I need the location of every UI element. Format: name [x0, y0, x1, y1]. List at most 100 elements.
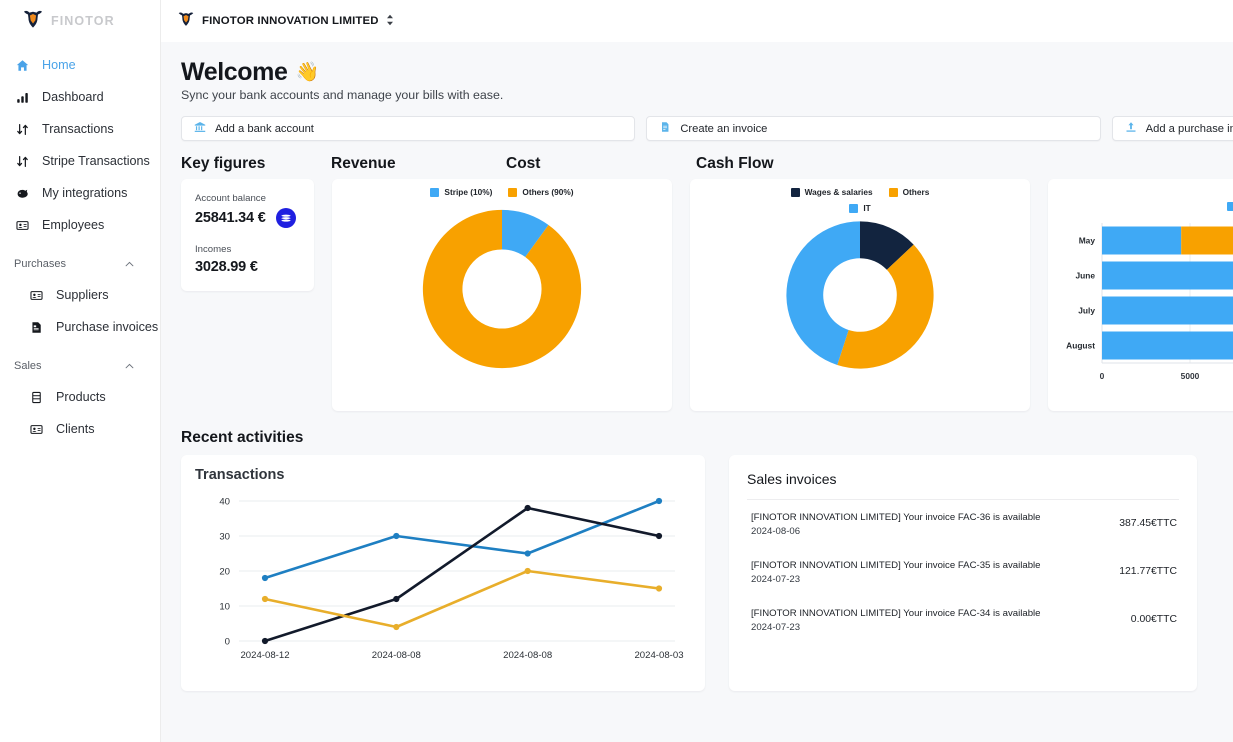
legend-item[interactable]: IT [849, 203, 871, 213]
list-item[interactable]: [FINOTOR INNOVATION LIMITED] Your invoic… [747, 500, 1179, 548]
legend-item[interactable]: Wages & salaries [790, 187, 873, 197]
document-icon [28, 321, 44, 334]
invoice-date: 2024-07-23 [751, 573, 801, 585]
page-subtitle: Sync your bank accounts and manage your … [181, 88, 504, 102]
add-purchase-invoice-button[interactable]: Add a purchase invoice [1111, 116, 1233, 141]
cash-flow-card: Revenue Cost Benefits 050001000015000200… [1048, 179, 1233, 411]
quick-actions: Add a bank account Create an invoice Add… [181, 116, 1233, 141]
invoice-info: [FINOTOR INNOVATION LIMITED] Your invoic… [751, 607, 1041, 633]
revenue-donut [332, 203, 672, 375]
topbar: FINOTOR INNOVATION LIMITED [161, 0, 1233, 42]
sales-invoices-title: Sales invoices [747, 471, 837, 487]
list-item[interactable]: [FINOTOR INNOVATION LIMITED] Your invoic… [747, 596, 1179, 644]
account-balance-label: Account balance [195, 193, 266, 204]
sidebar-item-stripe-transactions[interactable]: Stripe Transactions [0, 145, 160, 177]
brand[interactable]: FINOTOR [0, 0, 160, 42]
cost-donut [690, 215, 1030, 375]
section-title-recent-activities: Recent activities [181, 429, 304, 446]
incomes-label: Incomes [195, 244, 232, 255]
transactions-card: Transactions 0 10 20 30 40 2024-08-12 2024-08-… [181, 455, 705, 691]
sidebar-nav: Home Dashboard Transactions Stripe Trans… [0, 42, 160, 445]
piggy-bank-icon [14, 187, 30, 200]
sidebar-item-label: Products [56, 390, 106, 404]
svg-text:30: 30 [219, 531, 230, 542]
legend-label: Stripe (10%) [444, 187, 493, 197]
brand-name: FINOTOR [51, 14, 115, 28]
chevron-updown-icon [386, 14, 394, 29]
svg-text:June: June [1075, 271, 1095, 281]
sidebar-group-purchases[interactable]: Purchases [0, 249, 160, 279]
sidebar-item-clients[interactable]: Clients [14, 413, 160, 445]
sidebar-item-products[interactable]: Products [14, 381, 160, 413]
cost-legend-row1: Wages & salaries Others [690, 187, 1030, 197]
sidebar-group-sales[interactable]: Sales [0, 351, 160, 381]
section-title-cost: Cost [506, 155, 541, 172]
welcome-row: Welcome 👋 [181, 58, 1233, 87]
cash-flow-legend: Revenue Cost Benefits [1060, 201, 1233, 211]
section-title-key-figures: Key figures [181, 155, 266, 172]
id-card-icon [28, 289, 44, 302]
sidebar-item-dashboard[interactable]: Dashboard [0, 81, 160, 113]
incomes-row: 3028.99 € [195, 259, 300, 275]
home-icon [14, 59, 30, 72]
incomes-block: Incomes 3028.99 € [195, 244, 300, 275]
sidebar-item-my-integrations[interactable]: My integrations [0, 177, 160, 209]
create-invoice-button[interactable]: Create an invoice [646, 116, 1101, 141]
sidebar-item-label: Dashboard [42, 90, 104, 104]
legend-item[interactable]: Others (90%) [508, 187, 574, 197]
incomes-value: 3028.99 € [195, 259, 258, 275]
bull-logo-icon [22, 9, 44, 34]
invoice-amount: 387.45€TTC [1119, 518, 1177, 530]
org-name: FINOTOR INNOVATION LIMITED [202, 15, 379, 27]
waving-hand-icon: 👋 [295, 62, 320, 83]
legend-label: Others [902, 187, 930, 197]
sidebar-item-label: Home [42, 58, 76, 72]
account-balance-row: 25841.34 € [195, 208, 300, 228]
svg-text:May: May [1079, 236, 1096, 246]
svg-text:August: August [1066, 341, 1095, 351]
section-title-cash-flow: Cash Flow [696, 155, 774, 172]
legend-item[interactable]: Stripe (10%) [430, 187, 492, 197]
org-switcher[interactable]: FINOTOR INNOVATION LIMITED [177, 11, 394, 32]
legend-item[interactable]: Others [888, 187, 930, 197]
sidebar-item-purchase-invoices[interactable]: Purchase invoices [14, 311, 160, 343]
invoice-info: [FINOTOR INNOVATION LIMITED] Your invoic… [751, 559, 1041, 585]
main-region: FINOTOR INNOVATION LIMITED Welcome 👋 Syn… [161, 0, 1233, 742]
sidebar-item-suppliers[interactable]: Suppliers [14, 279, 160, 311]
revenue-donut-svg [422, 209, 582, 369]
bank-sync-icon[interactable] [275, 208, 296, 228]
invoice-text: [FINOTOR INNOVATION LIMITED] Your invoic… [751, 559, 1041, 571]
svg-text:2024-08-08: 2024-08-08 [503, 650, 552, 661]
sidebar-item-employees[interactable]: Employees [0, 209, 160, 241]
invoice-amount: 121.77€TTC [1119, 566, 1177, 578]
sidebar-item-label: Purchase invoices [56, 320, 159, 334]
id-card-icon [14, 219, 30, 232]
list-item[interactable]: [FINOTOR INNOVATION LIMITED] Your invoic… [747, 548, 1179, 596]
legend-swatch [790, 187, 800, 197]
add-bank-account-button[interactable]: Add a bank account [181, 116, 636, 141]
legend-item[interactable]: Revenue [1227, 201, 1233, 211]
sidebar-group-label: Purchases [14, 258, 66, 270]
sidebar-item-home[interactable]: Home [0, 49, 160, 81]
legend-label: Others (90%) [522, 187, 574, 197]
svg-text:2024-08-08: 2024-08-08 [372, 650, 421, 661]
chevron-up-icon [125, 259, 134, 269]
section-headers: Key figures Revenue Cost Cash Flow [181, 155, 1233, 173]
invoice-info: [FINOTOR INNOVATION LIMITED] Your invoic… [751, 511, 1041, 537]
invoice-text: [FINOTOR INNOVATION LIMITED] Your invoic… [751, 512, 1041, 523]
legend-swatch [849, 203, 859, 213]
legend-label: Wages & salaries [804, 187, 873, 197]
sidebar-item-label: Suppliers [56, 288, 109, 302]
cards-row: Account balance 25841.34 € Incomes 3028.… [181, 179, 1233, 411]
sidebar-item-transactions[interactable]: Transactions [0, 113, 160, 145]
invoice-icon [659, 121, 671, 136]
cost-chart-card: Wages & salaries Others IT [690, 179, 1030, 411]
svg-text:0: 0 [225, 636, 230, 647]
bar-chart-icon [14, 91, 30, 104]
sidebar-item-label: Clients [56, 422, 95, 436]
action-label: Add a bank account [215, 122, 314, 135]
svg-text:10: 10 [219, 601, 230, 612]
dashboard-content: Welcome 👋 Sync your bank accounts and ma… [161, 42, 1233, 742]
sidebar-subnav-purchases: Suppliers Purchase invoices [0, 279, 160, 343]
account-balance-value: 25841.34 € [195, 210, 266, 226]
